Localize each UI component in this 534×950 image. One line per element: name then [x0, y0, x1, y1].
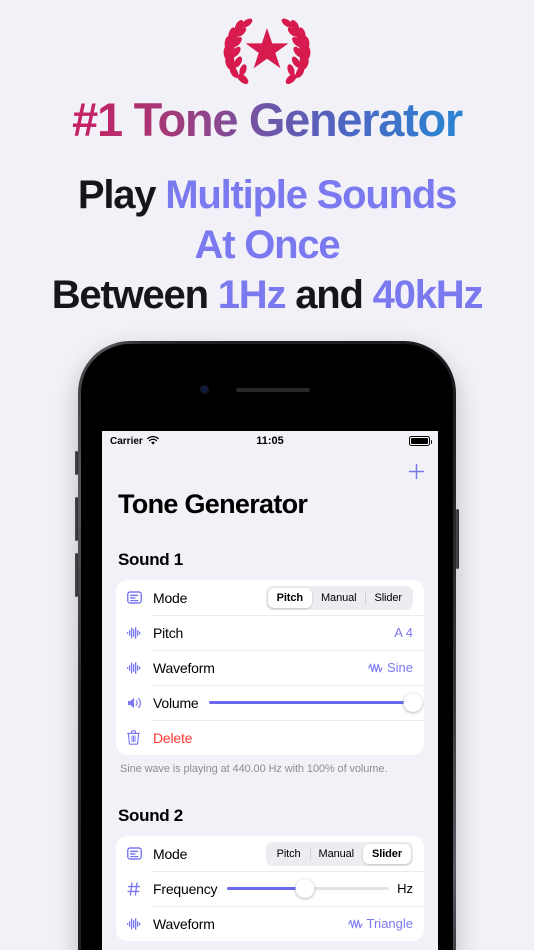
row-mode-sound-1: Mode Pitch Manual Slider: [116, 580, 424, 615]
hero-sub-1-a: Play: [77, 173, 166, 217]
slider-fill: [227, 887, 305, 890]
frequency-slider-sound-2[interactable]: [227, 878, 390, 900]
section-heading-sound-1: Sound 1: [118, 550, 183, 569]
hero-sub-1-b: Multiple Sounds: [165, 173, 457, 217]
hero-subtitle-line-2: At Once: [0, 220, 534, 270]
volume-up-button[interactable]: [75, 497, 78, 541]
sound-1-caption: Sine wave is playing at 440.00 Hz with 1…: [120, 763, 388, 775]
laurel-wreath-star-icon: [223, 18, 311, 85]
seg-option-manual-sound-1[interactable]: Manual: [312, 588, 365, 608]
seg-option-pitch-sound-2[interactable]: Pitch: [268, 844, 310, 864]
hero-sub-3-d: 40kHz: [372, 273, 484, 317]
battery-full-icon: [409, 436, 432, 446]
speaker-wave-icon: [127, 696, 149, 710]
hero-sub-3-a: Between: [51, 273, 218, 317]
plus-icon: [408, 463, 424, 479]
phone-mockup: Carrier 11:05 Tone Generator Sound 1 Mod…: [75, 341, 459, 950]
row-value-pitch[interactable]: A 4: [394, 625, 413, 640]
row-value-waveform[interactable]: Sine: [368, 660, 413, 675]
phone-screen: Carrier 11:05 Tone Generator Sound 1 Mod…: [102, 431, 438, 950]
mode-segmented-control-sound-1[interactable]: Pitch Manual Slider: [265, 585, 413, 610]
row-label-pitch: Pitch: [153, 624, 184, 641]
row-mode-sound-2: Mode Pitch Manual Slider: [116, 836, 424, 871]
mode-card-icon: [127, 591, 149, 604]
row-value-waveform-sound-2[interactable]: Triangle: [347, 916, 413, 931]
hero-headline: #1 Tone Generator: [0, 92, 534, 148]
front-camera-icon: [200, 385, 209, 394]
row-delete-sound-1[interactable]: Delete: [116, 720, 424, 755]
row-label-waveform: Waveform: [153, 915, 215, 932]
hero-sub-3-b: 1Hz: [217, 273, 287, 317]
row-label-volume: Volume: [153, 694, 199, 711]
row-label-mode: Mode: [153, 845, 188, 862]
add-sound-button[interactable]: [404, 459, 428, 483]
hero-sub-3-c: and: [285, 273, 373, 317]
row-frequency-sound-2: Frequency Hz: [116, 871, 424, 906]
waveform-icon: [127, 917, 149, 931]
row-volume-sound-1: Volume: [116, 685, 424, 720]
hero-subtitle-line-1: Play Multiple Sounds: [0, 170, 534, 220]
sound-2-card: Mode Pitch Manual Slider Frequency Hz Wa…: [116, 836, 424, 941]
slider-fill: [208, 701, 413, 704]
earpiece-speaker: [236, 388, 310, 392]
waveform-value-label-sound-2: Triangle: [366, 916, 413, 931]
frequency-unit-label: Hz: [397, 881, 413, 896]
hero-sub-2-a: At Once: [194, 223, 341, 267]
volume-down-button[interactable]: [75, 553, 78, 597]
mute-switch[interactable]: [75, 451, 78, 475]
seg-option-manual-sound-2[interactable]: Manual: [309, 844, 363, 864]
sound-1-card: Mode Pitch Manual Slider Pitch A 4 Wavef…: [116, 580, 424, 755]
waveform-value-label: Sine: [386, 660, 413, 675]
seg-option-slider-sound-2[interactable]: Slider: [363, 843, 411, 864]
status-bar-right: [409, 436, 432, 446]
promo-screenshot: #1 Tone Generator Play Multiple Sounds A…: [0, 0, 534, 950]
row-label-delete[interactable]: Delete: [153, 730, 192, 746]
row-label-mode: Mode: [153, 589, 188, 606]
mode-card-icon: [127, 847, 149, 860]
phone-body: Carrier 11:05 Tone Generator Sound 1 Mod…: [81, 344, 453, 950]
waveform-icon: [127, 661, 149, 675]
status-bar: Carrier 11:05: [102, 431, 438, 451]
page-title: Tone Generator: [118, 489, 308, 519]
status-bar-time: 11:05: [256, 435, 284, 447]
number-sign-icon: [127, 881, 149, 896]
row-label-frequency: Frequency: [153, 880, 218, 897]
nav-bar: [102, 451, 438, 491]
mode-segmented-control-sound-2[interactable]: Pitch Manual Slider: [265, 841, 413, 866]
volume-slider-sound-1[interactable]: [208, 692, 423, 714]
row-waveform-sound-1[interactable]: Waveform Sine: [116, 650, 424, 685]
row-waveform-sound-2[interactable]: Waveform Triangle: [116, 906, 424, 941]
slider-knob[interactable]: [403, 693, 423, 712]
hero-section: #1 Tone Generator Play Multiple Sounds A…: [0, 0, 534, 320]
waveform-triangle-icon: [347, 919, 363, 928]
row-label-waveform: Waveform: [153, 659, 215, 676]
section-heading-sound-2: Sound 2: [118, 806, 183, 825]
hero-subtitle: Play Multiple Sounds At Once Between 1Hz…: [0, 170, 534, 320]
hero-subtitle-line-3: Between 1Hz and 40kHz: [0, 270, 534, 320]
trash-icon: [127, 730, 149, 745]
slider-knob[interactable]: [295, 879, 315, 898]
seg-option-pitch-sound-1[interactable]: Pitch: [267, 587, 312, 608]
row-pitch-sound-1[interactable]: Pitch A 4: [116, 615, 424, 650]
seg-option-slider-sound-1[interactable]: Slider: [365, 588, 411, 608]
power-button[interactable]: [456, 509, 459, 569]
waveform-icon: [127, 626, 149, 640]
waveform-sine-icon: [368, 663, 383, 672]
